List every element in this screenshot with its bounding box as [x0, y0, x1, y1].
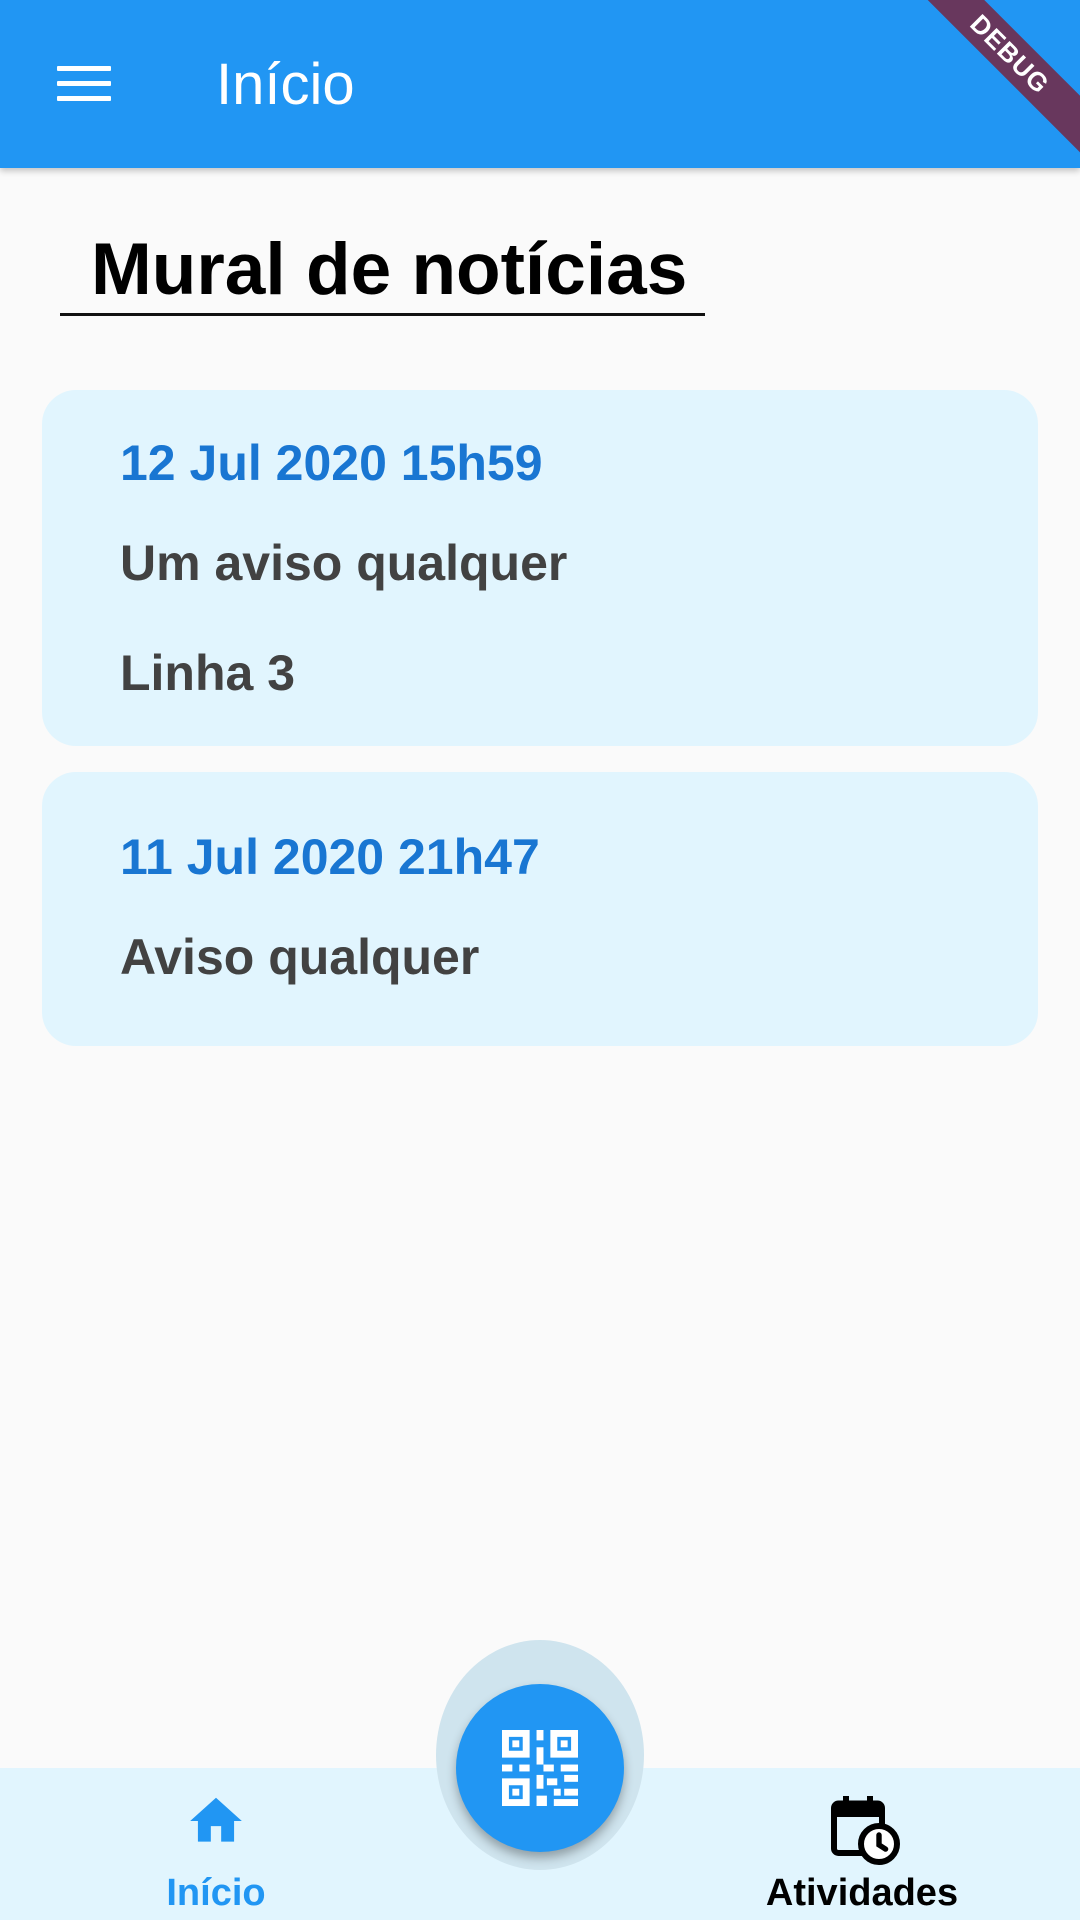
page-title: Início [216, 52, 355, 117]
notice-line: Um aviso qualquer [120, 535, 568, 591]
nav-item-inicio[interactable]: Início [86, 1768, 346, 1920]
notice-line: Aviso qualquer [120, 929, 480, 985]
section-title: Mural de notícias [60, 224, 705, 316]
qr-code-icon [502, 1730, 578, 1806]
nav-label-inicio: Início [166, 1872, 266, 1914]
nav-item-atividades[interactable]: Atividades [732, 1768, 992, 1920]
qr-scan-fab[interactable] [456, 1684, 624, 1852]
calendar-clock-icon [831, 1796, 900, 1865]
notice-date: 11 Jul 2020 21h47 [120, 829, 540, 885]
home-icon [190, 1797, 242, 1842]
notice-line: Linha 3 [120, 645, 296, 701]
app-bar: Início [0, 0, 1080, 168]
notice-card[interactable]: 11 Jul 2020 21h47 Aviso qualquer [42, 772, 1038, 1046]
notice-card[interactable]: 12 Jul 2020 15h59 Um aviso qualquer Linh… [42, 390, 1038, 746]
menu-button[interactable] [40, 44, 128, 124]
notice-date: 12 Jul 2020 15h59 [120, 435, 543, 491]
nav-label-atividades: Atividades [765, 1872, 959, 1914]
